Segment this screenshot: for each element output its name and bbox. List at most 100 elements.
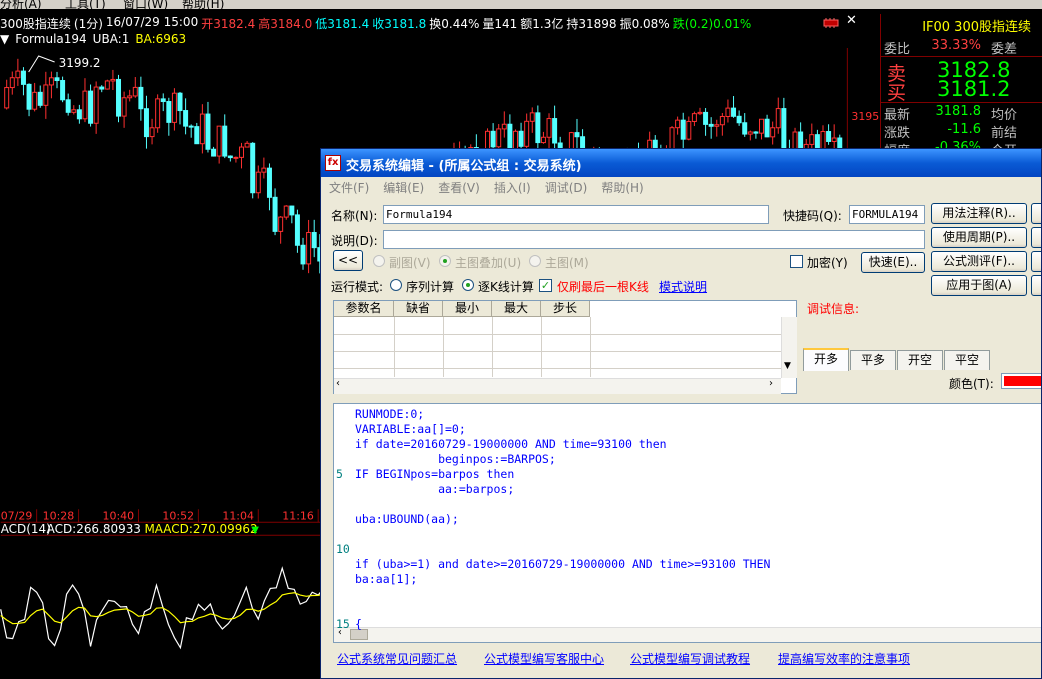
row-line: [334, 368, 782, 369]
side-button-4[interactable]: [1031, 275, 1041, 296]
menu-tools[interactable]: 工具(T): [65, 0, 106, 9]
seq-calc-radio[interactable]: [390, 279, 402, 291]
high-label: 高: [258, 17, 271, 31]
kline-calc-radio[interactable]: [462, 279, 474, 291]
quote-row-last: 最新 3181.8 均价: [881, 104, 1042, 124]
high-value: 3184.0: [270, 17, 313, 31]
main-overlay-radio[interactable]: [439, 255, 451, 267]
code-line: {: [355, 617, 362, 631]
candle: [54, 77, 60, 82]
peak-leader: [28, 55, 55, 73]
menu-insert[interactable]: 插入(I): [494, 178, 531, 198]
label: 最新: [884, 108, 911, 123]
apply-to-chart-button[interactable]: 应用于图(A): [931, 275, 1027, 296]
candle: [535, 112, 541, 144]
turnover: 换0.44%: [429, 17, 480, 31]
dropdown-arrow-icon[interactable]: ▼: [0, 32, 9, 48]
close-icon[interactable]: ✕: [846, 13, 857, 28]
candle: [37, 91, 43, 106]
dialog-titlebar[interactable]: fx 交易系统编辑 - (所属公式组 : 交易系统): [321, 149, 1041, 177]
candle: [60, 80, 66, 101]
mode-help-link[interactable]: 模式说明: [659, 278, 707, 295]
candle: [507, 123, 513, 150]
maacd-value: MAACD:270.09962: [144, 522, 257, 536]
encrypt-checkbox[interactable]: [790, 255, 803, 268]
link-service[interactable]: 公式模型编写客服中心: [484, 650, 604, 667]
menu-edit[interactable]: 编辑(E): [383, 178, 424, 198]
tab-close-long[interactable]: 平多: [850, 350, 896, 370]
holding: 持31898: [566, 17, 617, 31]
menu-debug[interactable]: 调试(D): [545, 178, 588, 198]
last-only-checkbox[interactable]: ✓: [539, 279, 552, 292]
price-tick: 3195: [851, 110, 879, 123]
name-input[interactable]: Formula194: [383, 205, 769, 224]
menu-analysis[interactable]: 分析(A): [0, 0, 42, 9]
param-hscroll[interactable]: [334, 378, 781, 394]
scroll-left-arrow-icon[interactable]: ‹: [336, 378, 340, 389]
param-table[interactable]: 参数名 缺省 最小 最大 步长 ‹ › ▼: [333, 300, 797, 394]
col-min[interactable]: 最小: [443, 301, 492, 317]
candle: [160, 98, 166, 103]
candle: [731, 107, 737, 117]
editor-hscroll[interactable]: [334, 627, 1041, 642]
code-line: if (uba>=1) and date>=20160729-19000000 …: [355, 557, 771, 571]
tab-open-short[interactable]: 开空: [897, 350, 943, 370]
candle: [88, 90, 94, 124]
candle: [143, 108, 149, 138]
col-param-name[interactable]: 参数名: [334, 301, 394, 317]
menu-window[interactable]: 窗口(W): [123, 0, 168, 9]
menu-help[interactable]: 帮助(H): [182, 0, 224, 9]
col-default[interactable]: 缺省: [394, 301, 443, 317]
candle: [65, 99, 71, 113]
candle: [708, 123, 714, 127]
tab-close-short[interactable]: 平空: [944, 350, 990, 370]
seq-calc-label: 序列计算: [406, 280, 455, 294]
scroll-right-arrow-icon[interactable]: ›: [769, 378, 773, 389]
desc-input[interactable]: [383, 230, 925, 249]
candle: [697, 111, 703, 115]
col-step[interactable]: 步长: [541, 301, 590, 317]
acd-value: ACD:266.80933: [47, 522, 141, 536]
period-button[interactable]: 使用周期(P)..: [931, 227, 1027, 248]
side-button-2[interactable]: [1031, 227, 1041, 248]
code-editor[interactable]: ‹ RUNMODE:0; VARIABLE:aa[]=0; if date=2016…: [333, 403, 1041, 643]
candle: [272, 196, 278, 232]
indicator-info-bar: ▼ Formula194 UBA:1 BA:6963: [0, 32, 186, 48]
menu-help[interactable]: 帮助(H): [601, 178, 643, 198]
usage-notes-button[interactable]: 用法注释(R)..: [931, 203, 1027, 224]
color-swatch: [1004, 376, 1041, 386]
line-number: 15: [336, 617, 350, 631]
kline-calc-label: 逐K线计算: [478, 280, 534, 294]
link-faq[interactable]: 公式系统常见问题汇总: [337, 650, 457, 667]
quick-button[interactable]: 快速(E)..: [861, 252, 925, 273]
code-line: VARIABLE:aa[]=0;: [355, 422, 466, 436]
candle: [758, 118, 764, 134]
candle: [121, 97, 127, 117]
chip-icon[interactable]: [823, 18, 839, 28]
candle: [496, 128, 502, 148]
link-tutorial[interactable]: 公式模型编写调试教程: [630, 650, 750, 667]
maacd-line: [0, 592, 325, 625]
open-label: 开: [201, 17, 214, 31]
code-line: IF BEGINpos=barpos then: [355, 467, 515, 481]
side-button-1[interactable]: [1031, 203, 1041, 224]
tab-open-long[interactable]: 开多: [803, 348, 849, 371]
candle: [255, 171, 261, 194]
evaluate-button[interactable]: 公式测评(F)..: [931, 251, 1027, 272]
main-chart-radio[interactable]: [529, 255, 541, 267]
sub-chart-radio[interactable]: [373, 255, 385, 267]
scroll-down-arrow-icon[interactable]: ▼: [784, 361, 791, 371]
shortcut-input[interactable]: FORMULA194: [849, 205, 925, 224]
link-tips[interactable]: 提高编写效率的注意事项: [778, 650, 910, 667]
color-picker[interactable]: [1001, 373, 1041, 389]
shortcut-label: 快捷码(Q):: [783, 209, 842, 223]
time-tick: 11:16: [282, 509, 314, 522]
menu-file[interactable]: 文件(F): [329, 178, 369, 198]
side-button-3[interactable]: [1031, 251, 1041, 272]
label-right: 前结: [991, 126, 1018, 141]
col-max[interactable]: 最大: [492, 301, 541, 317]
candle: [216, 125, 222, 157]
menu-view[interactable]: 查看(V): [438, 178, 480, 198]
candle: [171, 92, 177, 123]
collapse-button[interactable]: <<: [333, 250, 363, 271]
